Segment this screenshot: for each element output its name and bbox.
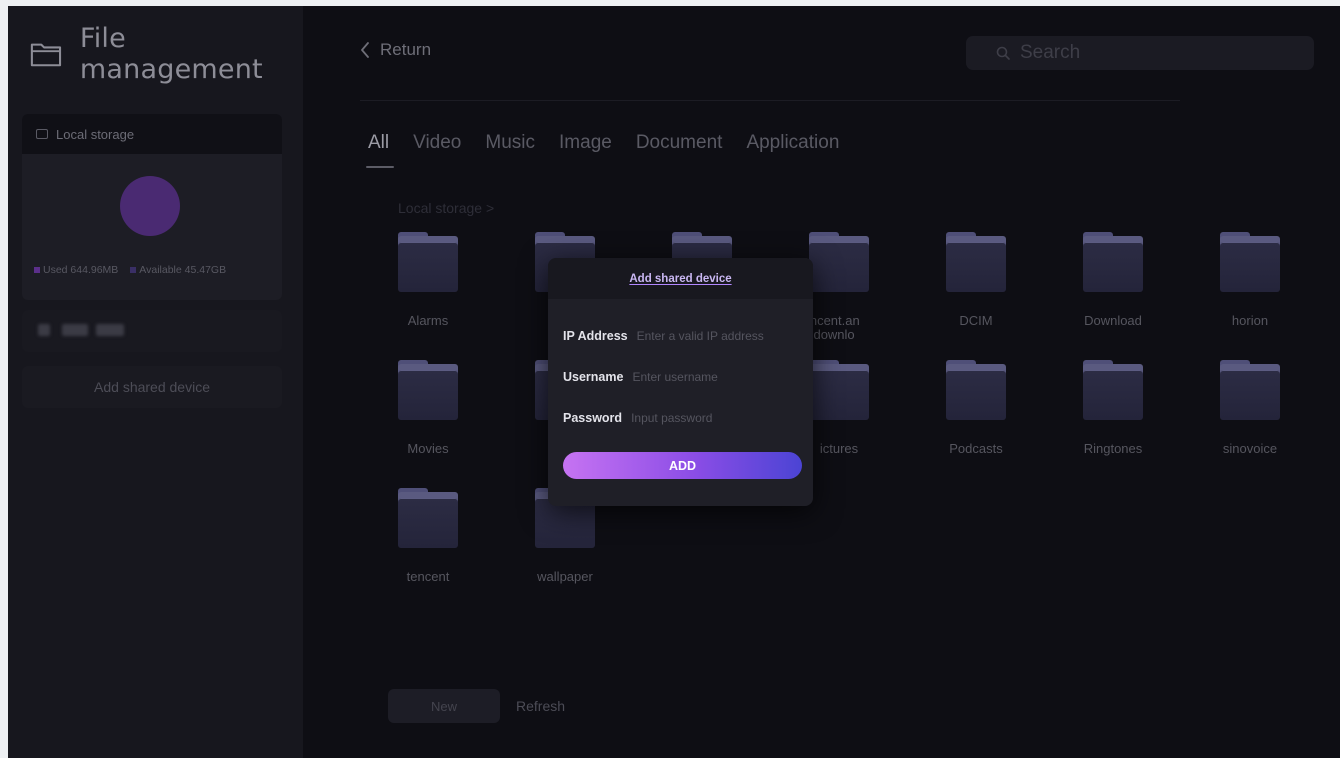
chevron-left-icon — [361, 42, 369, 58]
tab-image[interactable]: Image — [559, 132, 612, 154]
dialog-header: Add shared device — [548, 258, 813, 299]
folder-name: horion — [1231, 313, 1269, 328]
folder-name: tencent — [406, 569, 450, 584]
folder-icon — [398, 360, 458, 420]
username-label: Username — [563, 370, 624, 384]
tab-application[interactable]: Application — [746, 132, 839, 154]
storage-pie-chart — [120, 176, 180, 236]
breadcrumb[interactable]: Local storage > — [398, 200, 494, 216]
app-title: File management — [79, 23, 263, 85]
tab-video[interactable]: Video — [413, 132, 461, 154]
hard-drive-icon — [36, 129, 48, 139]
tab-music[interactable]: Music — [485, 132, 535, 154]
folder-name: Movies — [407, 441, 449, 456]
local-storage-label: Local storage — [56, 126, 135, 142]
category-tabs: All Video Music Image Document Applicati… — [365, 132, 839, 168]
password-input[interactable] — [631, 411, 792, 425]
password-label: Password — [563, 411, 623, 425]
used-swatch — [34, 267, 40, 274]
folder-icon — [398, 488, 458, 548]
return-button[interactable]: Return — [360, 40, 431, 60]
folder-icon — [398, 232, 458, 292]
folder-icon — [809, 360, 869, 420]
shared-device-item[interactable] — [22, 310, 282, 352]
device-name-redacted — [96, 324, 124, 336]
folder-name: Download — [1084, 313, 1142, 328]
folder-icon — [809, 232, 869, 292]
search-field[interactable]: Search — [966, 36, 1314, 70]
folder-item[interactable]: wallpaper — [515, 488, 615, 608]
folder-item[interactable]: Alarms — [378, 232, 478, 352]
folder-item[interactable]: DCIM — [926, 232, 1026, 352]
search-icon — [996, 46, 1010, 60]
local-storage-header[interactable]: Local storage — [22, 114, 282, 154]
folder-name: tencent.an qqdownlo — [799, 313, 860, 342]
folder-item[interactable]: Ringtones — [1063, 360, 1163, 480]
ip-address-input[interactable] — [636, 329, 797, 343]
username-row: Username — [563, 370, 793, 384]
header-divider — [360, 100, 1180, 101]
folder-name: Alarms — [407, 313, 449, 328]
folder-item[interactable]: Podcasts — [926, 360, 1026, 480]
device-icon — [38, 324, 50, 336]
ip-address-row: IP Address — [563, 329, 797, 343]
new-button[interactable]: New — [388, 689, 500, 723]
used-legend: Used 644.96MB — [34, 264, 118, 276]
folder-icon — [1083, 232, 1143, 292]
storage-legend: Used 644.96MB Available 45.47GB — [34, 264, 226, 276]
add-shared-device-dialog: Add shared device IP Address Username Pa… — [548, 258, 813, 506]
folder-icon — [1220, 360, 1280, 420]
folder-icon — [30, 43, 62, 67]
used-value: Used 644.96MB — [43, 264, 119, 276]
folder-icon — [946, 232, 1006, 292]
folder-name: wallpaper — [537, 569, 593, 584]
ip-address-label: IP Address — [563, 329, 628, 343]
tab-all[interactable]: All — [365, 132, 395, 168]
refresh-button[interactable]: Refresh — [516, 698, 565, 714]
folder-item[interactable]: Movies — [378, 360, 478, 480]
folder-icon — [1083, 360, 1143, 420]
file-manager-screen: File management Local storage Used 644.9… — [8, 6, 1340, 758]
add-button[interactable]: ADD — [563, 452, 802, 479]
folder-item[interactable]: horion — [1200, 232, 1300, 352]
folder-name: Podcasts — [949, 441, 1003, 456]
tab-document[interactable]: Document — [636, 132, 723, 154]
sidebar: File management Local storage Used 644.9… — [8, 6, 303, 758]
local-storage-card[interactable]: Local storage Used 644.96MB Available 45… — [22, 114, 282, 300]
return-label: Return — [380, 40, 432, 59]
device-name-redacted — [62, 324, 88, 336]
search-placeholder: Search — [1020, 42, 1081, 63]
app-header: File management — [30, 23, 303, 85]
available-swatch — [130, 267, 137, 274]
available-legend: Available 45.47GB — [130, 264, 226, 276]
folder-icon — [1220, 232, 1280, 292]
folder-name: Ringtones — [1083, 441, 1143, 456]
folder-name: sinovoice — [1222, 441, 1278, 456]
folder-icon — [946, 360, 1006, 420]
folder-name: DCIM — [959, 313, 993, 328]
username-input[interactable] — [632, 370, 793, 384]
available-value: Available 45.47GB — [139, 264, 227, 276]
folder-item[interactable]: Download — [1063, 232, 1163, 352]
dialog-title: Add shared device — [629, 272, 732, 285]
folder-item[interactable]: sinovoice — [1200, 360, 1300, 480]
folder-item[interactable]: tencent — [378, 488, 478, 608]
password-row: Password — [563, 411, 792, 425]
add-shared-device-button[interactable]: Add shared device — [22, 366, 282, 408]
